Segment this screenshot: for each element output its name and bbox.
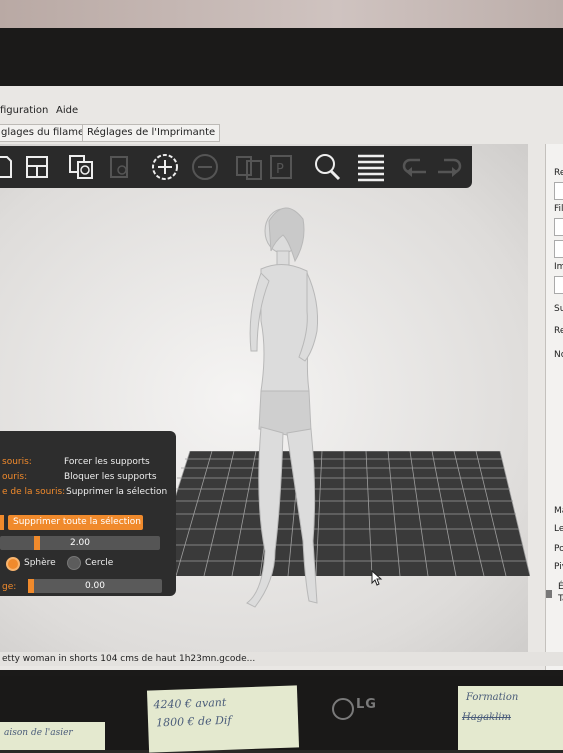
remove-all-selection-button[interactable]: Supprimer toute la sélection xyxy=(8,515,143,530)
right-label: No xyxy=(554,350,563,360)
support-row-label: souris: xyxy=(2,457,32,467)
paste-icon xyxy=(104,152,134,182)
size-slider-knob[interactable] xyxy=(34,536,40,550)
angle-slider[interactable]: 0.00 xyxy=(28,579,162,593)
layout-icon[interactable] xyxy=(22,152,52,182)
tab-printer-settings[interactable]: Réglages de l'Imprimante xyxy=(82,124,221,142)
support-row-value: Bloquer les supports xyxy=(64,472,157,482)
note-line: Hagaklim xyxy=(462,712,511,723)
sticky-note-center: 4240 € avant 1800 € de Dif xyxy=(146,685,300,753)
remove-icon xyxy=(190,152,220,182)
copy-icon[interactable] xyxy=(66,152,96,182)
lock-icon[interactable] xyxy=(546,590,552,598)
lg-logo-icon xyxy=(332,698,354,720)
note-line: aison de l'asier xyxy=(4,728,73,738)
redo-icon xyxy=(434,152,464,182)
support-edit-panel: souris: Forcer les supports ouris: Bloqu… xyxy=(0,431,176,596)
sticky-note-left: aison de l'asier xyxy=(0,722,105,750)
sphere-label: Sphère xyxy=(24,558,56,568)
support-row-force: souris: Forcer les supports xyxy=(0,455,176,469)
circle-label: Cercle xyxy=(85,558,114,568)
right-label: Im xyxy=(554,262,563,272)
right-label: Re xyxy=(554,168,563,178)
zoom-icon[interactable] xyxy=(312,152,342,182)
right-field[interactable] xyxy=(554,240,563,258)
svg-text:P: P xyxy=(276,162,284,177)
right-label: Ta xyxy=(558,594,563,604)
main-toolbar: P xyxy=(0,146,472,188)
menu-configuration[interactable]: figuration xyxy=(0,105,48,116)
angle-slider-knob[interactable] xyxy=(28,579,34,593)
mouse-cursor-icon xyxy=(371,570,383,586)
menu-help[interactable]: Aide xyxy=(56,105,78,116)
right-label: Posit xyxy=(554,544,563,554)
left-edge-button[interactable] xyxy=(0,515,4,530)
add-icon[interactable] xyxy=(150,152,180,182)
group-icon xyxy=(234,152,264,182)
right-label: Ma xyxy=(554,506,563,516)
support-row-label: ouris: xyxy=(2,472,28,482)
right-label: Pivo xyxy=(554,562,563,572)
right-field[interactable] xyxy=(554,182,563,200)
monitor-brand: LG xyxy=(356,697,377,712)
support-row-label: e de la souris: xyxy=(2,487,66,497)
circle-radio[interactable] xyxy=(67,556,81,570)
right-field[interactable] xyxy=(554,276,563,294)
size-slider[interactable]: 2.00 xyxy=(0,536,160,550)
right-settings-panel: Re Fil Im Suppo Ren No Ma Les Posit Pivo… xyxy=(545,144,563,670)
right-label: Ren xyxy=(554,326,563,336)
3d-model-figure[interactable] xyxy=(225,201,345,626)
open-file-icon[interactable] xyxy=(0,152,18,182)
settings-tabs: glages du filament Réglages de l'Imprima… xyxy=(0,124,563,142)
sphere-radio[interactable] xyxy=(6,557,20,571)
layers-icon[interactable] xyxy=(356,152,386,182)
status-bar: etty woman in shorts 104 cms de haut 1h2… xyxy=(0,652,563,666)
monitor-screen: figuration Aide glages du filament Régla… xyxy=(0,86,563,670)
note-line: 1800 € de Dif xyxy=(155,713,232,730)
note-line: Formation xyxy=(466,692,519,703)
right-label: Suppo xyxy=(554,304,563,314)
support-row-block: ouris: Bloquer les supports xyxy=(0,470,176,484)
right-label: É xyxy=(558,582,563,592)
sticky-note-right: Formation Hagaklim xyxy=(458,686,563,750)
support-row-delete: e de la souris: Supprimer la sélection xyxy=(0,485,176,499)
size-slider-value: 2.00 xyxy=(69,538,91,548)
menu-bar: figuration Aide xyxy=(0,102,563,118)
angle-label: ge: xyxy=(2,582,17,592)
angle-slider-value: 0.00 xyxy=(84,581,106,591)
right-label: Les xyxy=(554,524,563,534)
right-label: Fil xyxy=(554,204,563,214)
right-field[interactable] xyxy=(554,218,563,236)
undo-icon xyxy=(400,152,430,182)
support-row-value: Forcer les supports xyxy=(64,457,150,467)
note-line: 4240 € avant xyxy=(153,695,227,712)
support-row-value: Supprimer la sélection xyxy=(66,487,168,497)
settings-icon: P xyxy=(266,152,296,182)
